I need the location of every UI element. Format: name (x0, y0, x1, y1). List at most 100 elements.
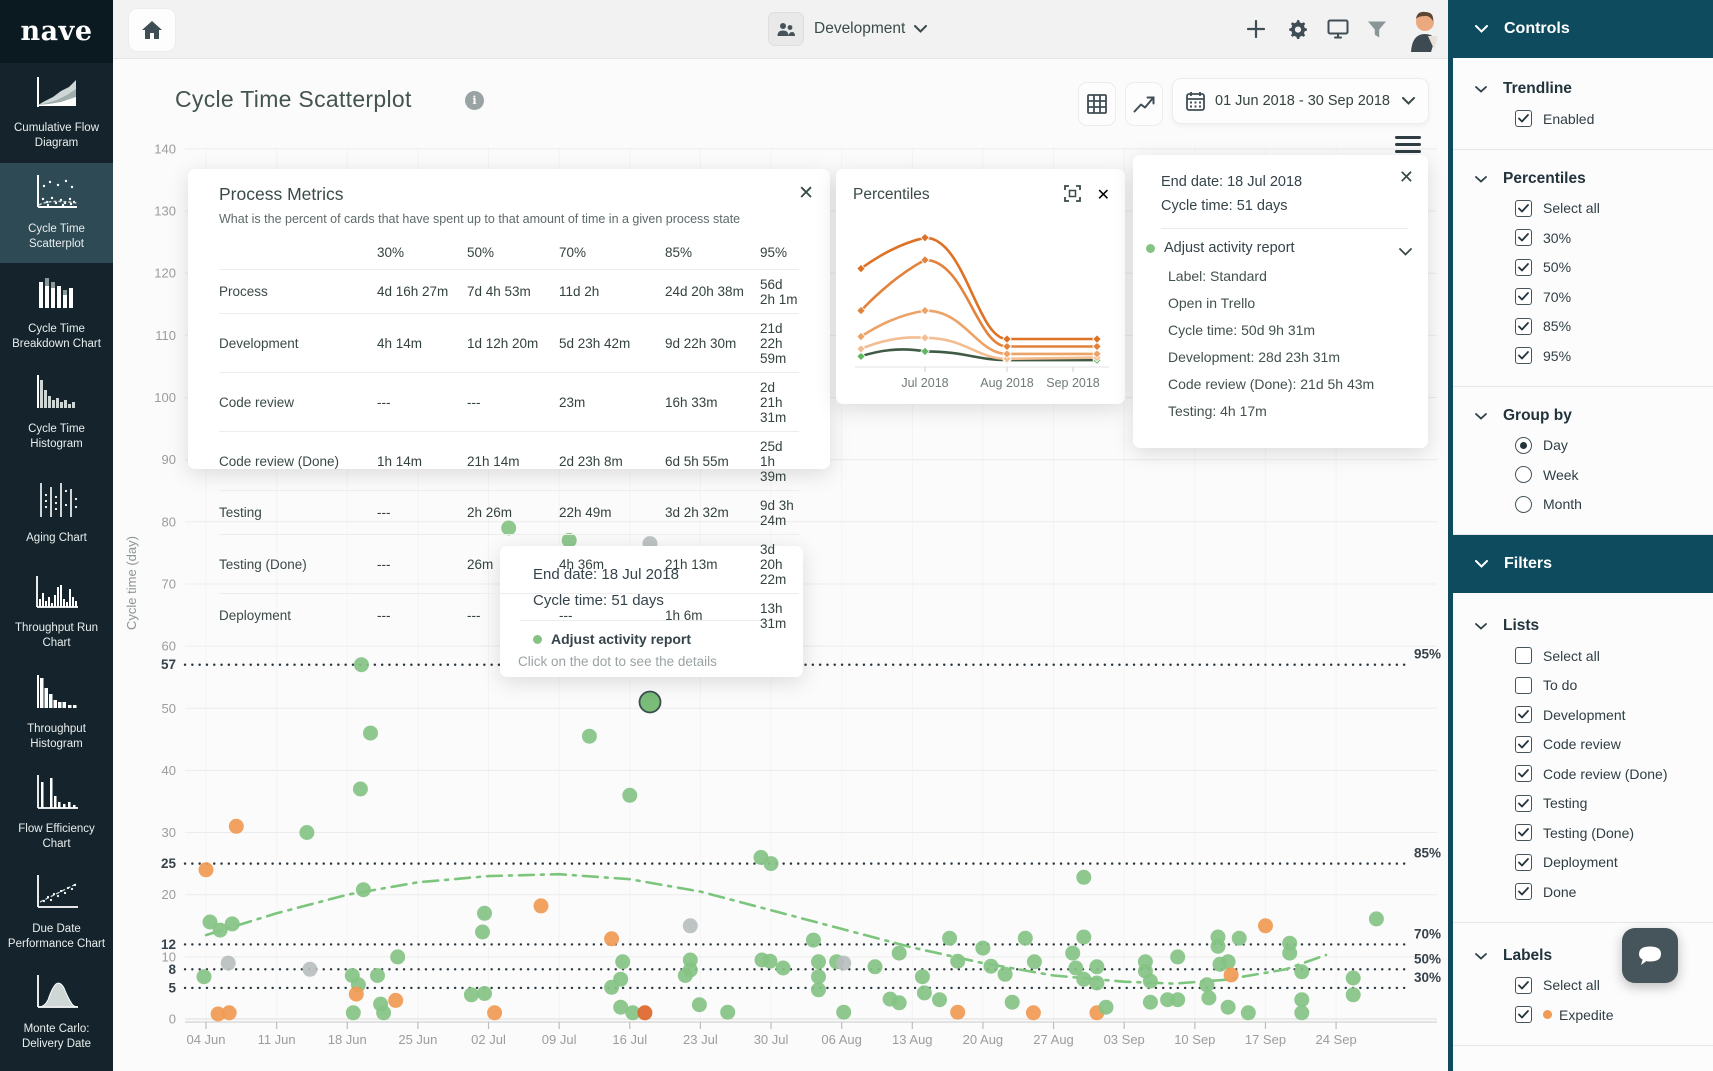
checkbox-expedite[interactable]: Expedite (1475, 1000, 1699, 1030)
scatter-dot[interactable] (477, 986, 492, 1001)
checkbox-icon[interactable] (1515, 229, 1532, 246)
scatter-dot[interactable] (376, 1005, 391, 1020)
checkbox-icon[interactable] (1515, 110, 1532, 127)
radio-week[interactable]: Week (1475, 460, 1699, 490)
scatter-dot[interactable] (836, 956, 851, 971)
scatter-dot[interactable] (1170, 992, 1185, 1007)
scatter-dot[interactable] (464, 987, 479, 1002)
filter-button[interactable] (1358, 9, 1396, 49)
scatter-dot[interactable] (1201, 990, 1216, 1005)
close-icon[interactable]: ✕ (1097, 185, 1110, 205)
scatter-dot[interactable] (346, 1005, 361, 1020)
checkbox-50%[interactable]: 50% (1475, 253, 1699, 283)
checkbox-icon[interactable] (1515, 288, 1532, 305)
scatter-dot[interactable] (692, 997, 707, 1012)
scatter-dot[interactable] (1138, 954, 1153, 969)
checkbox-development[interactable]: Development (1475, 700, 1699, 730)
scatter-dot[interactable] (199, 862, 214, 877)
scatter-dot[interactable] (390, 949, 405, 964)
controls-header[interactable]: Controls (1453, 0, 1713, 58)
scatter-dot[interactable] (637, 1005, 652, 1020)
avatar[interactable] (1401, 6, 1445, 52)
section-title-trendline[interactable]: Trendline (1475, 74, 1699, 104)
sidebar-item-cycle-time-histogram[interactable]: Cycle Time Histogram (0, 363, 113, 463)
scatter-dot[interactable] (1089, 976, 1104, 991)
scatter-dot[interactable] (356, 882, 371, 897)
scatter-dot[interactable] (622, 788, 637, 803)
close-icon[interactable]: ✕ (1399, 167, 1414, 188)
scatter-dot[interactable] (1232, 931, 1247, 946)
scatter-dot[interactable] (776, 961, 791, 976)
sidebar-item-throughput-histogram[interactable]: Throughput Histogram (0, 663, 113, 763)
scatter-dot[interactable] (604, 931, 619, 946)
scatter-dot[interactable] (1241, 1005, 1256, 1020)
expand-icon[interactable] (1064, 185, 1081, 207)
scatter-dot[interactable] (1005, 995, 1020, 1010)
checkbox-icon[interactable] (1515, 706, 1532, 723)
scatter-dot[interactable] (1076, 870, 1091, 885)
checkbox-icon[interactable] (1515, 259, 1532, 276)
scatter-dot[interactable] (915, 969, 930, 984)
scatter-dot[interactable] (932, 992, 947, 1007)
checkbox-icon[interactable] (1515, 854, 1532, 871)
scatter-dot[interactable] (197, 969, 212, 984)
checkbox-95%[interactable]: 95% (1475, 341, 1699, 371)
board-switcher[interactable]: Development (768, 11, 927, 47)
scatter-dot[interactable] (534, 898, 549, 913)
scatter-dot[interactable] (811, 982, 826, 997)
scatter-dot[interactable] (1143, 974, 1158, 989)
scatter-dot[interactable] (354, 657, 369, 672)
checkbox-enabled[interactable]: Enabled (1475, 104, 1699, 134)
scatter-dot[interactable] (477, 906, 492, 921)
scatter-dot[interactable] (1294, 964, 1309, 979)
chat-button[interactable] (1622, 928, 1678, 983)
close-icon[interactable]: ✕ (798, 182, 814, 205)
scatter-dot[interactable] (1369, 911, 1384, 926)
scatter-dot[interactable] (582, 729, 597, 744)
scatter-dot[interactable] (1211, 939, 1226, 954)
checkbox-icon[interactable] (1515, 977, 1532, 994)
display-button[interactable] (1319, 9, 1357, 49)
scatter-dot[interactable] (1221, 954, 1236, 969)
checkbox-70%[interactable]: 70% (1475, 282, 1699, 312)
checkbox-testing-done-[interactable]: Testing (Done) (1475, 818, 1699, 848)
scatter-dot[interactable] (1282, 946, 1297, 961)
scatter-dot[interactable] (1076, 930, 1091, 945)
checkbox-icon[interactable] (1515, 200, 1532, 217)
scatter-dot[interactable] (998, 967, 1013, 982)
checkbox-select-all[interactable]: Select all (1475, 641, 1699, 671)
scatter-dot[interactable] (1221, 1000, 1236, 1015)
scatter-dot[interactable] (225, 916, 240, 931)
scatter-dot[interactable] (1026, 1005, 1041, 1020)
settings-button[interactable] (1278, 9, 1316, 49)
checkbox-icon[interactable] (1515, 1006, 1532, 1023)
sidebar-item-flow-efficiency-chart[interactable]: Flow Efficiency Chart (0, 763, 113, 863)
scatter-dot[interactable] (1346, 987, 1361, 1002)
scatter-dot[interactable] (1170, 949, 1185, 964)
scatter-dot[interactable] (1076, 972, 1091, 987)
sidebar-item-cumulative-flow-diagram[interactable]: Cumulative Flow Diagram (0, 63, 113, 163)
scatter-dot[interactable] (1294, 1005, 1309, 1020)
add-button[interactable] (1237, 9, 1275, 49)
checkbox-icon[interactable] (1515, 677, 1532, 694)
scatter-dot[interactable] (764, 856, 779, 871)
scatter-dot[interactable] (1224, 967, 1239, 982)
scatter-dot[interactable] (683, 918, 698, 933)
radio-icon[interactable] (1515, 466, 1532, 483)
scatter-dot[interactable] (678, 968, 693, 983)
checkbox-testing[interactable]: Testing (1475, 789, 1699, 819)
home-button[interactable] (128, 8, 176, 52)
section-title-percentiles[interactable]: Percentiles (1475, 164, 1699, 194)
sidebar-item-due-date-performance-chart[interactable]: Due Date Performance Chart (0, 863, 113, 963)
card-title-row[interactable]: Adjust activity report (1146, 240, 1295, 256)
scatter-dot[interactable] (942, 931, 957, 946)
scatter-dot[interactable] (811, 954, 826, 969)
scatter-dot[interactable] (892, 946, 907, 961)
sidebar-item-aging-chart[interactable]: Aging Chart (0, 463, 113, 563)
sidebar-item-monte-carlo-delivery-date[interactable]: Monte Carlo: Delivery Date (0, 963, 113, 1063)
scatter-dot[interactable] (370, 968, 385, 983)
radio-icon[interactable] (1515, 437, 1532, 454)
scatter-dot[interactable] (806, 933, 821, 948)
section-title-group-by[interactable]: Group by (1475, 401, 1699, 431)
scatter-dot[interactable] (1199, 977, 1214, 992)
